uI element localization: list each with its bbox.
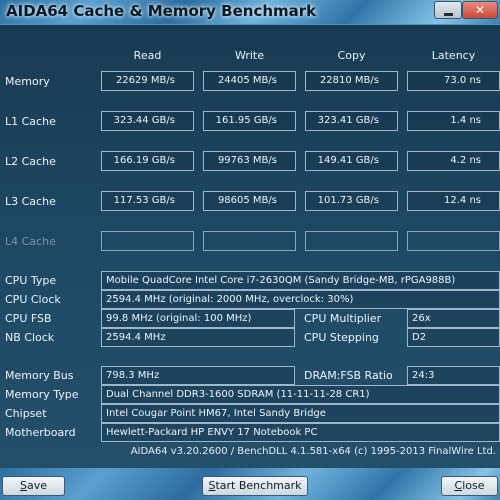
l1-write-value: 161.95 GB/s	[203, 111, 296, 131]
cpu-fsb-value: 99.8 MHz (original: 100 MHz)	[101, 309, 295, 328]
memory-latency-value: 73.0 ns	[407, 71, 500, 91]
l1-read-value: 323.44 GB/s	[101, 111, 194, 131]
nb-clock-value: 2594.4 MHz	[101, 328, 295, 347]
row-label-l4-cache: L4 Cache	[5, 235, 56, 248]
title-bar: AIDA64 Cache & Memory Benchmark ✕	[0, 0, 500, 25]
column-header-copy: Copy	[337, 49, 366, 62]
l1-latency-value: 1.4 ns	[407, 111, 500, 131]
l3-read-value: 117.53 GB/s	[101, 191, 194, 211]
column-header-latency: Latency	[431, 49, 476, 62]
row-label-l2-cache: L2 Cache	[5, 155, 56, 168]
motherboard-value: Hewlett-Packard HP ENVY 17 Notebook PC	[101, 423, 500, 442]
row-label-memory: Memory	[5, 75, 50, 88]
memory-type-value: Dual Channel DDR3-1600 SDRAM (11-11-11-2…	[101, 385, 500, 404]
chipset-label: Chipset	[5, 407, 47, 420]
cpu-type-label: CPU Type	[5, 274, 57, 287]
column-header-write: Write	[234, 49, 265, 62]
l3-copy-value: 101.73 GB/s	[305, 191, 398, 211]
l3-latency-value: 12.4 ns	[407, 191, 500, 211]
memory-write-value: 24405 MB/s	[203, 71, 296, 91]
l4-latency-value	[407, 231, 500, 251]
memory-type-label: Memory Type	[5, 388, 79, 401]
chipset-value: Intel Cougar Point HM67, Intel Sandy Bri…	[101, 404, 500, 423]
cpu-multiplier-label: CPU Multiplier	[304, 312, 382, 325]
save-button[interactable]: Save	[2, 476, 65, 496]
close-button[interactable]: Close	[441, 476, 498, 496]
dram-fsb-ratio-value: 24:3	[407, 366, 500, 385]
close-label: lose	[462, 479, 485, 492]
l1-copy-value: 323.41 GB/s	[305, 111, 398, 131]
memory-bus-label: Memory Bus	[5, 369, 74, 382]
save-mnemonic: S	[19, 479, 27, 492]
l2-copy-value: 149.41 GB/s	[305, 151, 398, 171]
save-label: ave	[26, 479, 47, 492]
column-header-read: Read	[133, 49, 162, 62]
l2-read-value: 166.19 GB/s	[101, 151, 194, 171]
cpu-fsb-label: CPU FSB	[5, 312, 52, 325]
window-title: AIDA64 Cache & Memory Benchmark	[6, 2, 317, 20]
start-benchmark-button[interactable]: Start Benchmark	[202, 476, 308, 496]
cpu-stepping-label: CPU Stepping	[304, 331, 379, 344]
row-label-l1-cache: L1 Cache	[5, 115, 56, 128]
close-window-button[interactable]: ✕	[462, 1, 498, 19]
l2-write-value: 99763 MB/s	[203, 151, 296, 171]
cpu-clock-value: 2594.4 MHz (original: 2000 MHz, overcloc…	[101, 290, 500, 309]
close-icon: ✕	[474, 3, 486, 17]
l4-read-value	[101, 231, 194, 251]
minimize-icon	[444, 13, 453, 16]
row-label-l3-cache: L3 Cache	[5, 195, 56, 208]
memory-copy-value: 22810 MB/s	[305, 71, 398, 91]
cpu-clock-label: CPU Clock	[5, 293, 61, 306]
l4-copy-value	[305, 231, 398, 251]
cpu-multiplier-value: 26x	[407, 309, 500, 328]
cpu-type-value: Mobile QuadCore Intel Core i7-2630QM (Sa…	[101, 271, 500, 290]
l4-write-value	[203, 231, 296, 251]
l3-write-value: 98605 MB/s	[203, 191, 296, 211]
memory-read-value: 22629 MB/s	[101, 71, 194, 91]
cpu-stepping-value: D2	[407, 328, 500, 347]
version-copyright: AIDA64 v3.20.2600 / BenchDLL 4.1.581-x64…	[130, 446, 496, 457]
dram-fsb-ratio-label: DRAM:FSB Ratio	[304, 369, 393, 382]
motherboard-label: Motherboard	[5, 426, 76, 439]
minimize-button[interactable]	[434, 1, 462, 19]
memory-bus-value: 798.3 MHz	[101, 366, 295, 385]
l2-latency-value: 4.2 ns	[407, 151, 500, 171]
nb-clock-label: NB Clock	[5, 331, 55, 344]
start-benchmark-label: tart Benchmark	[215, 479, 302, 492]
